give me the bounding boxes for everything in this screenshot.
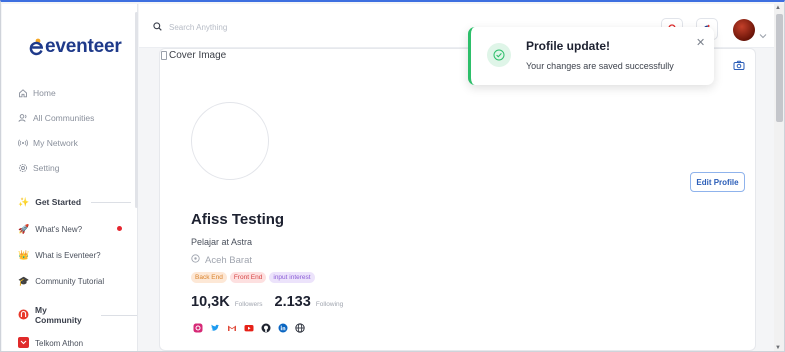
brand-logo-icon	[29, 38, 44, 56]
chevron-down-icon[interactable]	[759, 26, 767, 44]
search-icon	[153, 22, 162, 33]
followers-count[interactable]: 10,3K	[191, 294, 230, 310]
sidebar-item-my-network[interactable]: My Network	[18, 136, 78, 150]
tag-back-end: Back End	[191, 272, 227, 283]
instagram-icon[interactable]	[193, 323, 203, 333]
sidebar-item-label: Setting	[33, 163, 60, 173]
community-logo-icon	[18, 309, 29, 322]
section-get-started: ✨ Get Started	[18, 195, 132, 209]
tag-input-interest: input interest	[269, 272, 315, 283]
sidebar-item-telkom-athon[interactable]: Telkom Athon	[18, 336, 83, 350]
search-placeholder: Search Anything	[169, 23, 228, 32]
sidebar-item-label: Home	[33, 88, 56, 98]
sidebar: eventeer Home All Communities My Network…	[2, 4, 138, 351]
sidebar-item-label: What is Eventeer?	[35, 250, 101, 260]
sparkle-icon: ✨	[18, 196, 30, 207]
telkom-logo-icon	[18, 336, 29, 350]
youtube-icon[interactable]	[244, 323, 254, 333]
sidebar-item-label: What's New?	[35, 224, 83, 234]
globe-icon[interactable]	[295, 323, 305, 333]
profile-name: Afiss Testing	[191, 211, 285, 228]
section-title: My Community	[35, 305, 82, 325]
section-title: Get Started	[35, 197, 82, 207]
rocket-icon: 🚀	[18, 223, 30, 234]
broken-image-icon	[161, 51, 167, 60]
tag-front-end: Front End	[229, 272, 267, 283]
scroll-down-icon[interactable]: ▼	[775, 345, 781, 351]
brand-logo[interactable]: eventeer	[29, 36, 122, 57]
sidebar-item-what-is-eventeer[interactable]: 👑 What is Eventeer?	[18, 248, 101, 262]
location-pin-icon	[191, 254, 200, 266]
sidebar-item-label: All Communities	[33, 113, 95, 123]
interest-tags: Back End Front End input interest	[191, 272, 315, 283]
section-divider	[91, 201, 132, 203]
twitter-icon[interactable]	[210, 323, 220, 333]
sidebar-item-community-tutorial[interactable]: 🎓 Community Tutorial	[18, 274, 104, 288]
avatar[interactable]	[733, 19, 755, 41]
sidebar-item-setting[interactable]: Setting	[18, 161, 59, 175]
section-my-community: My Community	[18, 305, 137, 325]
gmail-icon[interactable]	[227, 323, 237, 333]
app-window: eventeer Home All Communities My Network…	[0, 0, 785, 352]
social-links	[193, 323, 305, 333]
profile-location: Aceh Barat	[191, 254, 252, 266]
network-icon	[18, 138, 28, 148]
linkedin-icon[interactable]	[278, 323, 288, 333]
sidebar-item-whats-new[interactable]: 🚀 What's New?	[18, 222, 82, 236]
graduation-cap-icon: 🎓	[18, 275, 30, 286]
sidebar-item-label: My Network	[33, 138, 78, 148]
scroll-up-icon[interactable]: ▲	[775, 5, 781, 11]
users-icon	[18, 113, 28, 123]
following-count[interactable]: 2.133	[275, 294, 311, 310]
toast-message: Your changes are saved successfully	[526, 61, 674, 71]
sidebar-scrollbar[interactable]	[135, 12, 138, 208]
follow-stats: 10,3K Followers 2.133 Following	[191, 294, 350, 310]
notification-dot	[117, 226, 122, 231]
cover-image: Cover Image	[161, 50, 226, 61]
location-text: Aceh Barat	[205, 254, 252, 266]
search-input[interactable]: Search Anything	[153, 22, 227, 33]
cover-image-alt: Cover Image	[169, 50, 227, 61]
success-toast: Profile update! Your changes are saved s…	[468, 27, 714, 85]
camera-icon[interactable]	[733, 58, 745, 76]
followers-label: Followers	[234, 301, 263, 308]
toast-title: Profile update!	[526, 39, 611, 53]
following-label: Following	[315, 301, 344, 308]
profile-photo[interactable]	[191, 102, 269, 180]
edit-profile-button[interactable]: Edit Profile	[690, 172, 745, 192]
check-circle-icon	[487, 43, 511, 67]
github-icon[interactable]	[261, 323, 271, 333]
brand-name: eventeer	[45, 36, 122, 57]
sidebar-item-home[interactable]: Home	[18, 86, 56, 100]
home-icon	[18, 88, 28, 98]
section-divider	[100, 314, 137, 316]
gear-icon	[18, 163, 28, 173]
profile-job: Pelajar at Astra	[191, 237, 253, 247]
crown-icon: 👑	[18, 249, 30, 260]
close-icon[interactable]: ✕	[696, 36, 705, 49]
sidebar-item-label: Community Tutorial	[35, 276, 105, 286]
sidebar-item-all-communities[interactable]: All Communities	[18, 111, 94, 125]
scrollbar-thumb[interactable]	[776, 14, 783, 122]
sidebar-item-label: Telkom Athon	[35, 338, 84, 348]
